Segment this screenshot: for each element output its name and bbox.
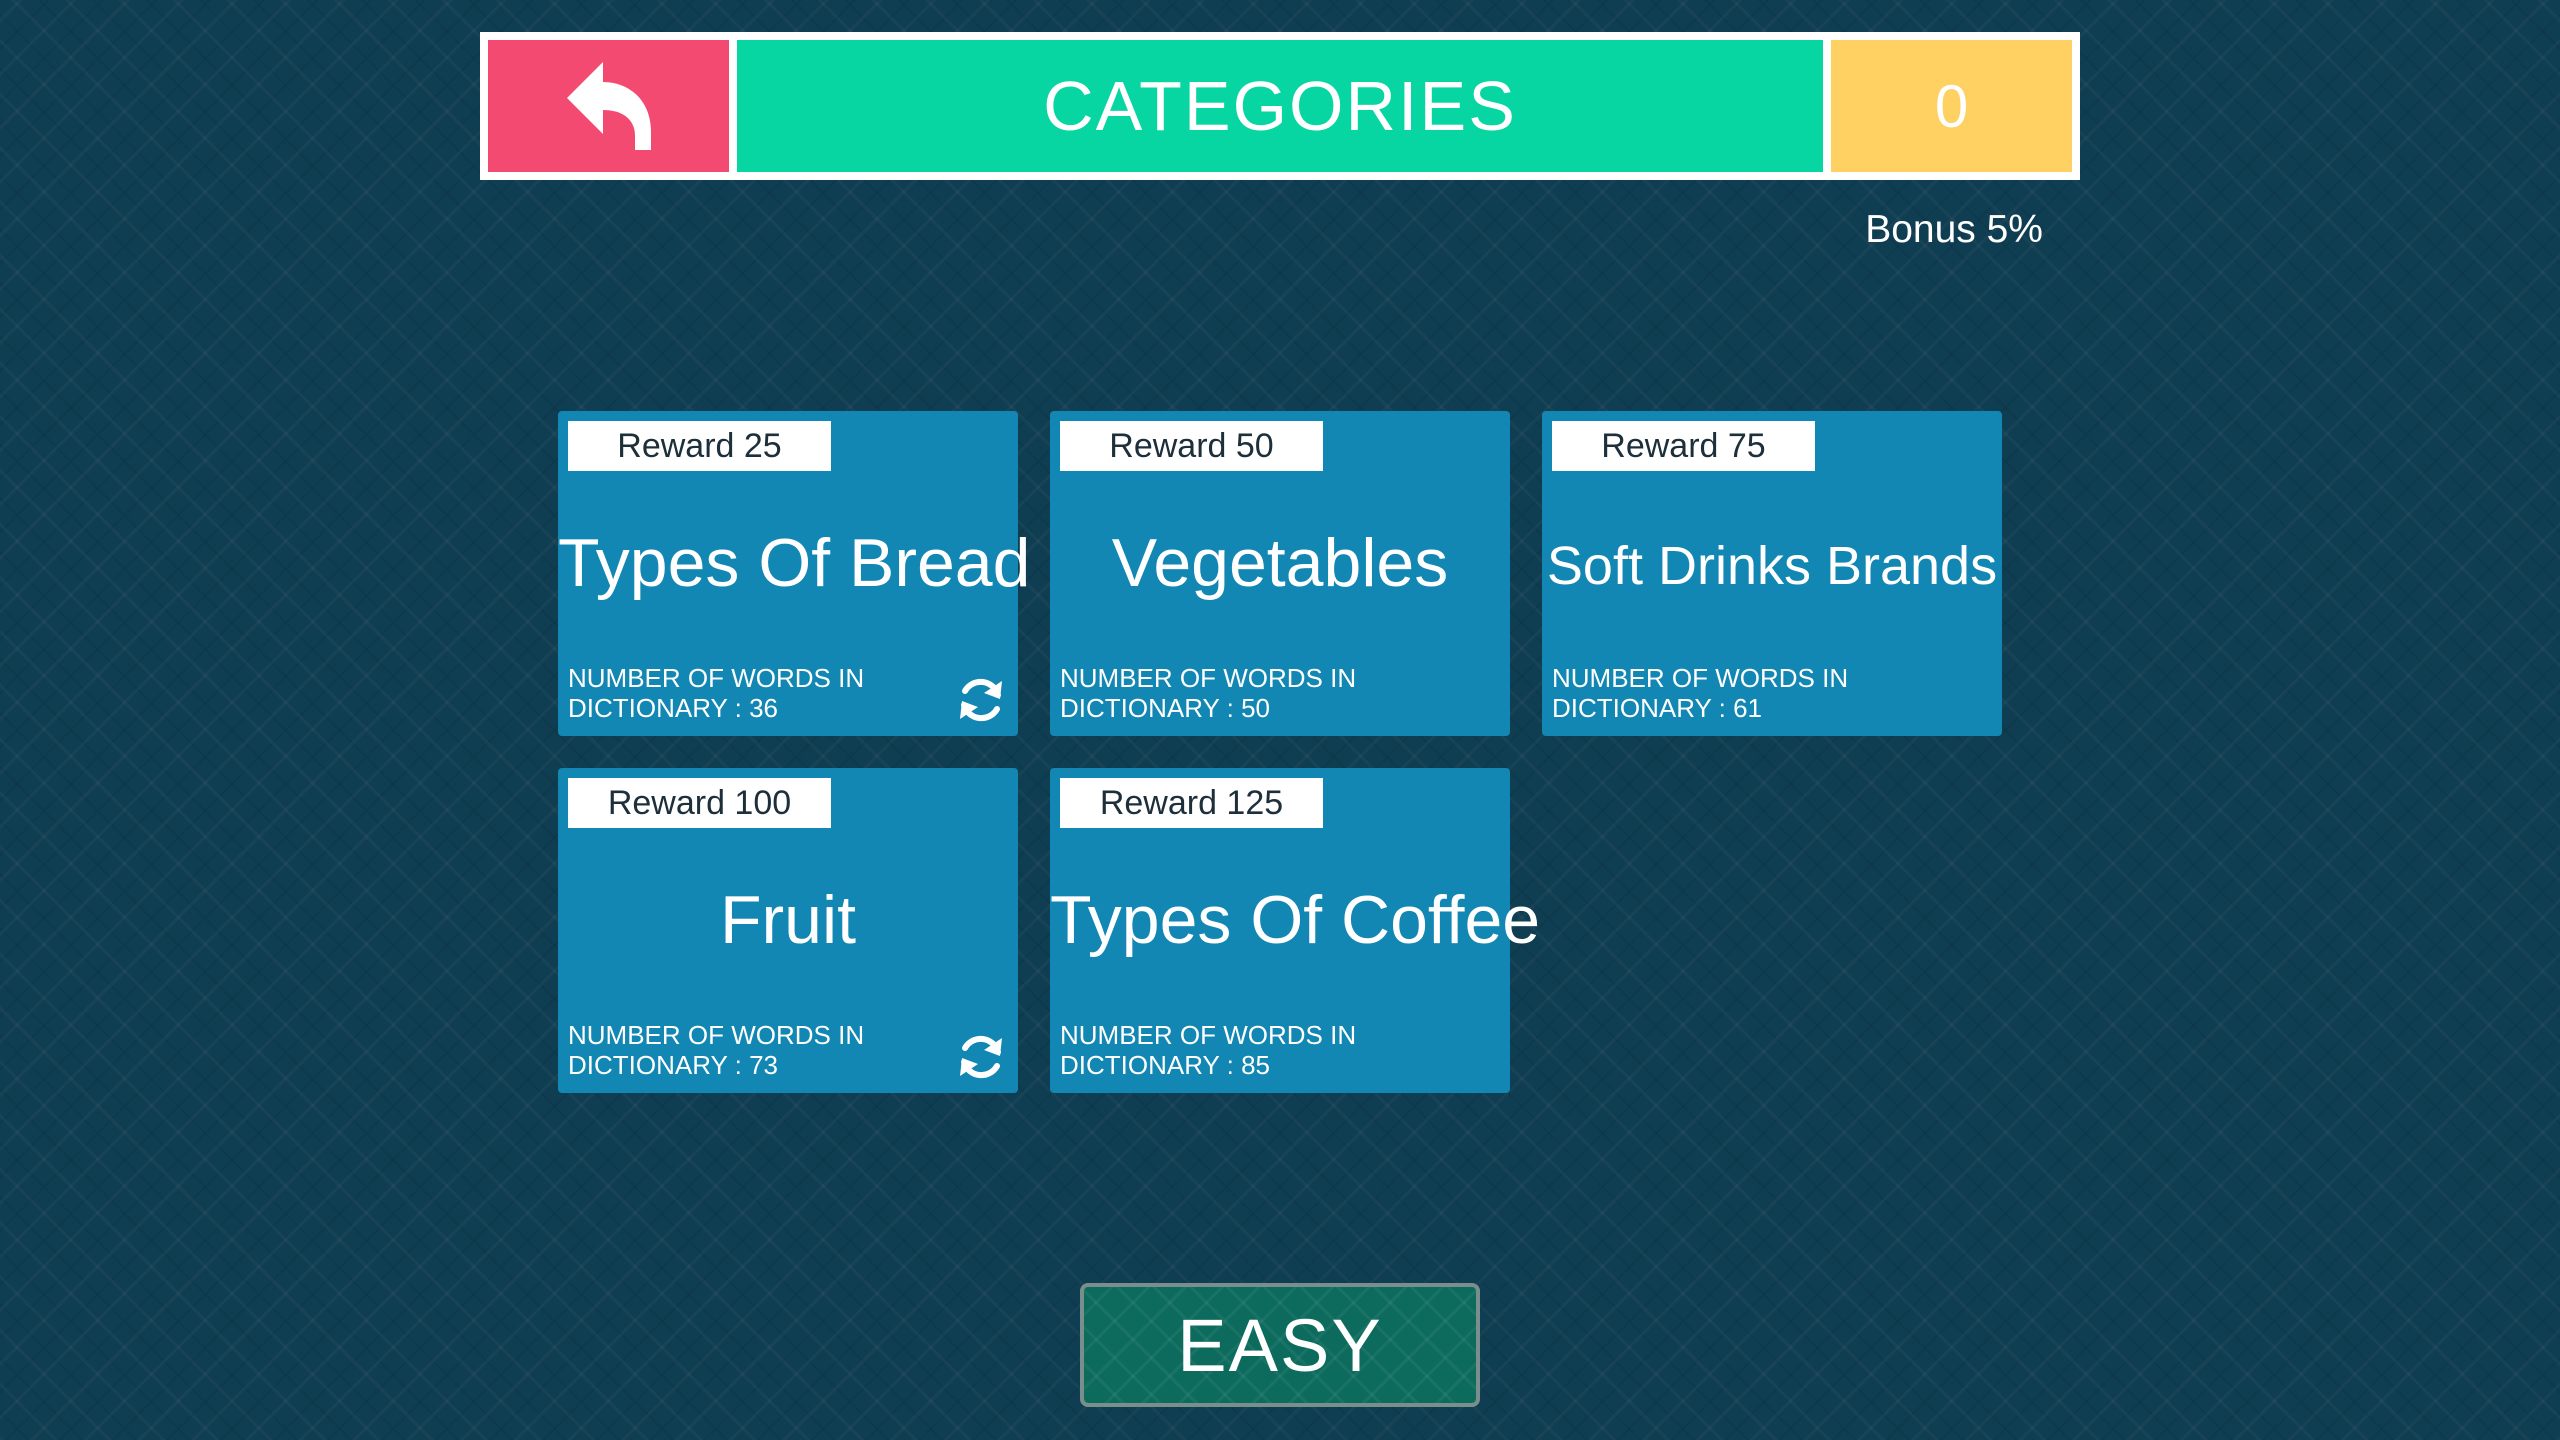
category-title: Types Of Bread [558,525,1031,601]
category-title: Fruit [720,882,856,958]
score-display: 0 [1831,40,2072,172]
word-count-label: NUMBER OF WORDS IN [568,663,865,693]
word-count-value: DICTIONARY : 50 [1060,693,1270,723]
word-count: NUMBER OF WORDS IN DICTIONARY : 61 [1552,663,1882,723]
page-title: CATEGORIES [737,40,1823,172]
category-card-fruit[interactable]: Reward 100 Fruit NUMBER OF WORDS IN DICT… [558,768,1018,1093]
word-count-label: NUMBER OF WORDS IN [1060,1020,1357,1050]
word-count: NUMBER OF WORDS IN DICTIONARY : 36 [568,663,898,723]
header-bar: CATEGORIES 0 [480,32,2080,180]
category-title: Vegetables [1111,525,1449,601]
reward-badge: Reward 125 [1060,778,1323,828]
category-card-types-of-coffee[interactable]: Reward 125 Types Of Coffee NUMBER OF WOR… [1050,768,1541,1093]
back-button[interactable] [488,40,729,172]
reward-badge: Reward 75 [1552,421,1815,471]
category-title: Soft Drinks Brands [1546,536,1998,596]
word-count: NUMBER OF WORDS IN DICTIONARY : 85 [1060,1020,1390,1080]
difficulty-button[interactable]: EASY [1080,1283,1480,1407]
word-count-value: DICTIONARY : 85 [1060,1050,1270,1080]
category-card-types-of-bread[interactable]: Reward 25 Types Of Bread NUMBER OF WORDS… [558,411,1031,736]
reward-badge: Reward 25 [568,421,831,471]
reward-badge: Reward 100 [568,778,831,828]
category-card-soft-drinks-brands[interactable]: Reward 75 Soft Drinks Brands NUMBER OF W… [1542,411,2002,736]
refresh-icon[interactable] [956,1032,1006,1082]
word-count-label: NUMBER OF WORDS IN [1060,663,1357,693]
refresh-icon[interactable] [956,675,1006,725]
word-count: NUMBER OF WORDS IN DICTIONARY : 73 [568,1020,898,1080]
back-arrow-icon [566,62,651,150]
category-card-vegetables[interactable]: Reward 50 Vegetables NUMBER OF WORDS IN … [1050,411,1510,736]
word-count-value: DICTIONARY : 61 [1552,693,1762,723]
word-count-value: DICTIONARY : 36 [568,693,778,723]
reward-badge: Reward 50 [1060,421,1323,471]
category-title: Types Of Coffee [1050,882,1541,958]
word-count-value: DICTIONARY : 73 [568,1050,778,1080]
word-count: NUMBER OF WORDS IN DICTIONARY : 50 [1060,663,1390,723]
word-count-label: NUMBER OF WORDS IN [1552,663,1849,693]
bonus-label: Bonus 5% [1865,208,2043,251]
word-count-label: NUMBER OF WORDS IN [568,1020,865,1050]
